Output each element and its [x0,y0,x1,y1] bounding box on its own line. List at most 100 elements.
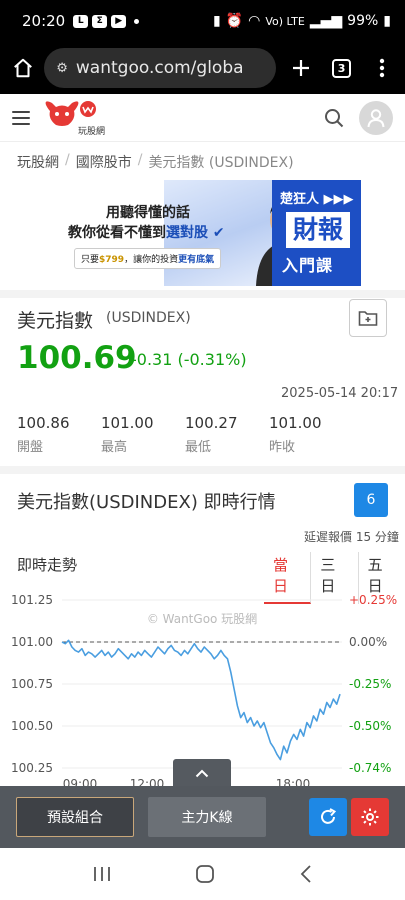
ad-price-tag: 只要$799，讓你的投資更有底氣 [74,248,222,269]
chart-watermark: © WantGoo 玩股網 [147,612,257,626]
bull-logo-icon [45,100,96,126]
check-circle-icon: ✔ [212,225,225,241]
section-divider [0,466,405,474]
y-tick-label-right: -0.25% [349,677,391,691]
breadcrumb-intl-stocks[interactable]: 國際股市 [76,152,132,172]
bottom-toolbar: 預設組合 主力K線 [0,786,405,848]
ad-course-subtitle: 入門課 [282,256,334,275]
y-tick-label-left: 100.50 [11,719,53,733]
line-app-icon: L [73,14,89,28]
stat-value: 100.86 [17,414,70,432]
add-to-watchlist-button[interactable] [349,299,387,337]
home-icon [14,58,33,78]
network-label: Vo) LTE [265,14,305,28]
site-settings-icon[interactable]: ⚙ [56,61,68,76]
breadcrumb-current: 美元指數 (USDINDEX) [148,155,294,171]
wifi-icon: ◠ [248,13,261,29]
ad-price-mid: ，讓你的投資 [124,255,179,265]
stat-open: 100.86 開盤 [17,414,101,455]
quote-name: 美元指數 [17,310,94,332]
battery-percent: 99% [347,13,379,29]
user-icon [367,108,385,127]
browser-toolbar: ⚙ wantgoo.com/globa 3 [0,42,405,94]
new-tab-button[interactable] [288,53,314,83]
tab-switcher-button[interactable]: 3 [329,53,355,83]
current-price: 100.69 [17,340,137,376]
price-series-line [61,639,341,761]
y-tick-label-right: -0.74% [349,761,391,775]
x-tick-label: 18:00 [276,777,311,786]
main-k-line-button[interactable]: 主力K線 [148,797,266,837]
ad-banner[interactable]: 用聽得懂的話 教你從看不懂到選對股 ✔ 只要$799，讓你的投資更有底氣 楚狂人… [44,180,361,286]
stat-label: 開盤 [17,440,44,455]
ad-subheadline-prefix: 教你從看不懂到 [68,225,166,241]
signal-icon: ▂▄▆ [309,13,343,29]
delay-note: 延遲報價 15 分鐘 [304,530,399,544]
stat-label: 最高 [101,440,128,455]
breadcrumb-separator: / [65,152,70,168]
ad-price: $799 [99,255,125,265]
ad-course-author: 楚狂人 ▶▶▶ [280,192,354,207]
back-icon[interactable] [299,864,313,884]
search-icon [325,108,344,127]
realtime-title: 美元指數(USDINDEX) 即時行情 [17,492,276,513]
ad-price-prefix: 只要 [81,255,100,265]
refresh-button[interactable] [309,798,347,836]
hamburger-menu-icon[interactable] [12,110,30,125]
trend-title: 即時走勢 [17,556,78,574]
tab-count: 3 [332,58,352,78]
chevron-up-icon [195,769,209,777]
refresh-icon [321,808,337,824]
site-header: 玩股網 [0,94,405,142]
quote-code: (USDINDEX) [106,310,191,326]
stat-value: 101.00 [101,414,154,432]
quote-timestamp: 2025-05-14 20:17 [281,386,399,401]
x-tick-label: 09:00 [63,777,98,786]
stat-label: 昨收 [269,440,296,455]
browser-menu-button[interactable] [369,53,395,83]
battery-saver-icon: ▮ [212,13,221,29]
intraday-chart[interactable]: 101.25 +0.25% 101.00 0.00% 100.75 -0.25% 100.5… [0,588,405,786]
stat-low: 100.27 最低 [185,414,269,455]
collapse-toolbar-button[interactable] [173,759,231,787]
y-tick-label-left: 100.25 [11,761,53,775]
y-tick-label-left: 101.00 [11,635,53,649]
ad-subheadline: 教你從看不懂到選對股 ✔ [68,222,225,242]
android-nav-bar [0,848,405,900]
user-avatar[interactable] [359,100,393,135]
notification-dot-icon [134,18,140,24]
y-tick-label-right: 0.00% [349,635,387,649]
price-change: -0.31 (-0.31%) [131,350,247,369]
preset-combo-button[interactable]: 預設組合 [16,797,134,837]
stat-value: 101.00 [269,414,322,432]
y-tick-label-left: 101.25 [11,593,53,607]
recent-apps-icon[interactable] [92,865,112,883]
stat-prev-close: 101.00 昨收 [269,414,353,455]
url-bar[interactable]: ⚙ wantgoo.com/globa [44,48,277,88]
gear-icon [361,808,379,826]
x-tick-label: 12:00 [130,777,165,786]
status-time: 20:20 [22,12,66,30]
sigma-app-icon: Σ [92,14,108,28]
status-bar: 20:20 L Σ ▶ ▮ ⏰ ◠ Vo) LTE ▂▄▆ 99% ▮ [0,0,405,42]
breadcrumb-separator: / [137,152,143,168]
y-tick-label-right: +0.25% [349,593,397,607]
settings-button[interactable] [351,798,389,836]
breadcrumb-home[interactable]: 玩股網 [17,152,59,172]
ad-course-title: 財報 [286,212,350,248]
ad-headline: 用聽得懂的話 [106,205,190,221]
home-button[interactable] [10,53,36,83]
youtube-icon: ▶ [111,14,127,28]
home-nav-icon[interactable] [195,864,215,884]
realtime-badge-button[interactable]: 6 [354,483,388,517]
quote-stats: 100.86 開盤 101.00 最高 100.27 最低 101.00 昨收 [17,414,397,455]
stat-value: 100.27 [185,414,238,432]
breadcrumb: 玩股網 / 國際股市 / 美元指數 (USDINDEX) [17,152,294,172]
site-logo[interactable]: 玩股網 [42,99,105,137]
ad-price-highlight: 更有底氣 [178,255,215,265]
url-text: wantgoo.com/globa [75,58,244,78]
ad-subheadline-highlight: 選對股 [166,225,208,241]
section-divider [0,290,405,298]
folder-add-icon [358,311,378,326]
search-button[interactable] [321,105,347,131]
